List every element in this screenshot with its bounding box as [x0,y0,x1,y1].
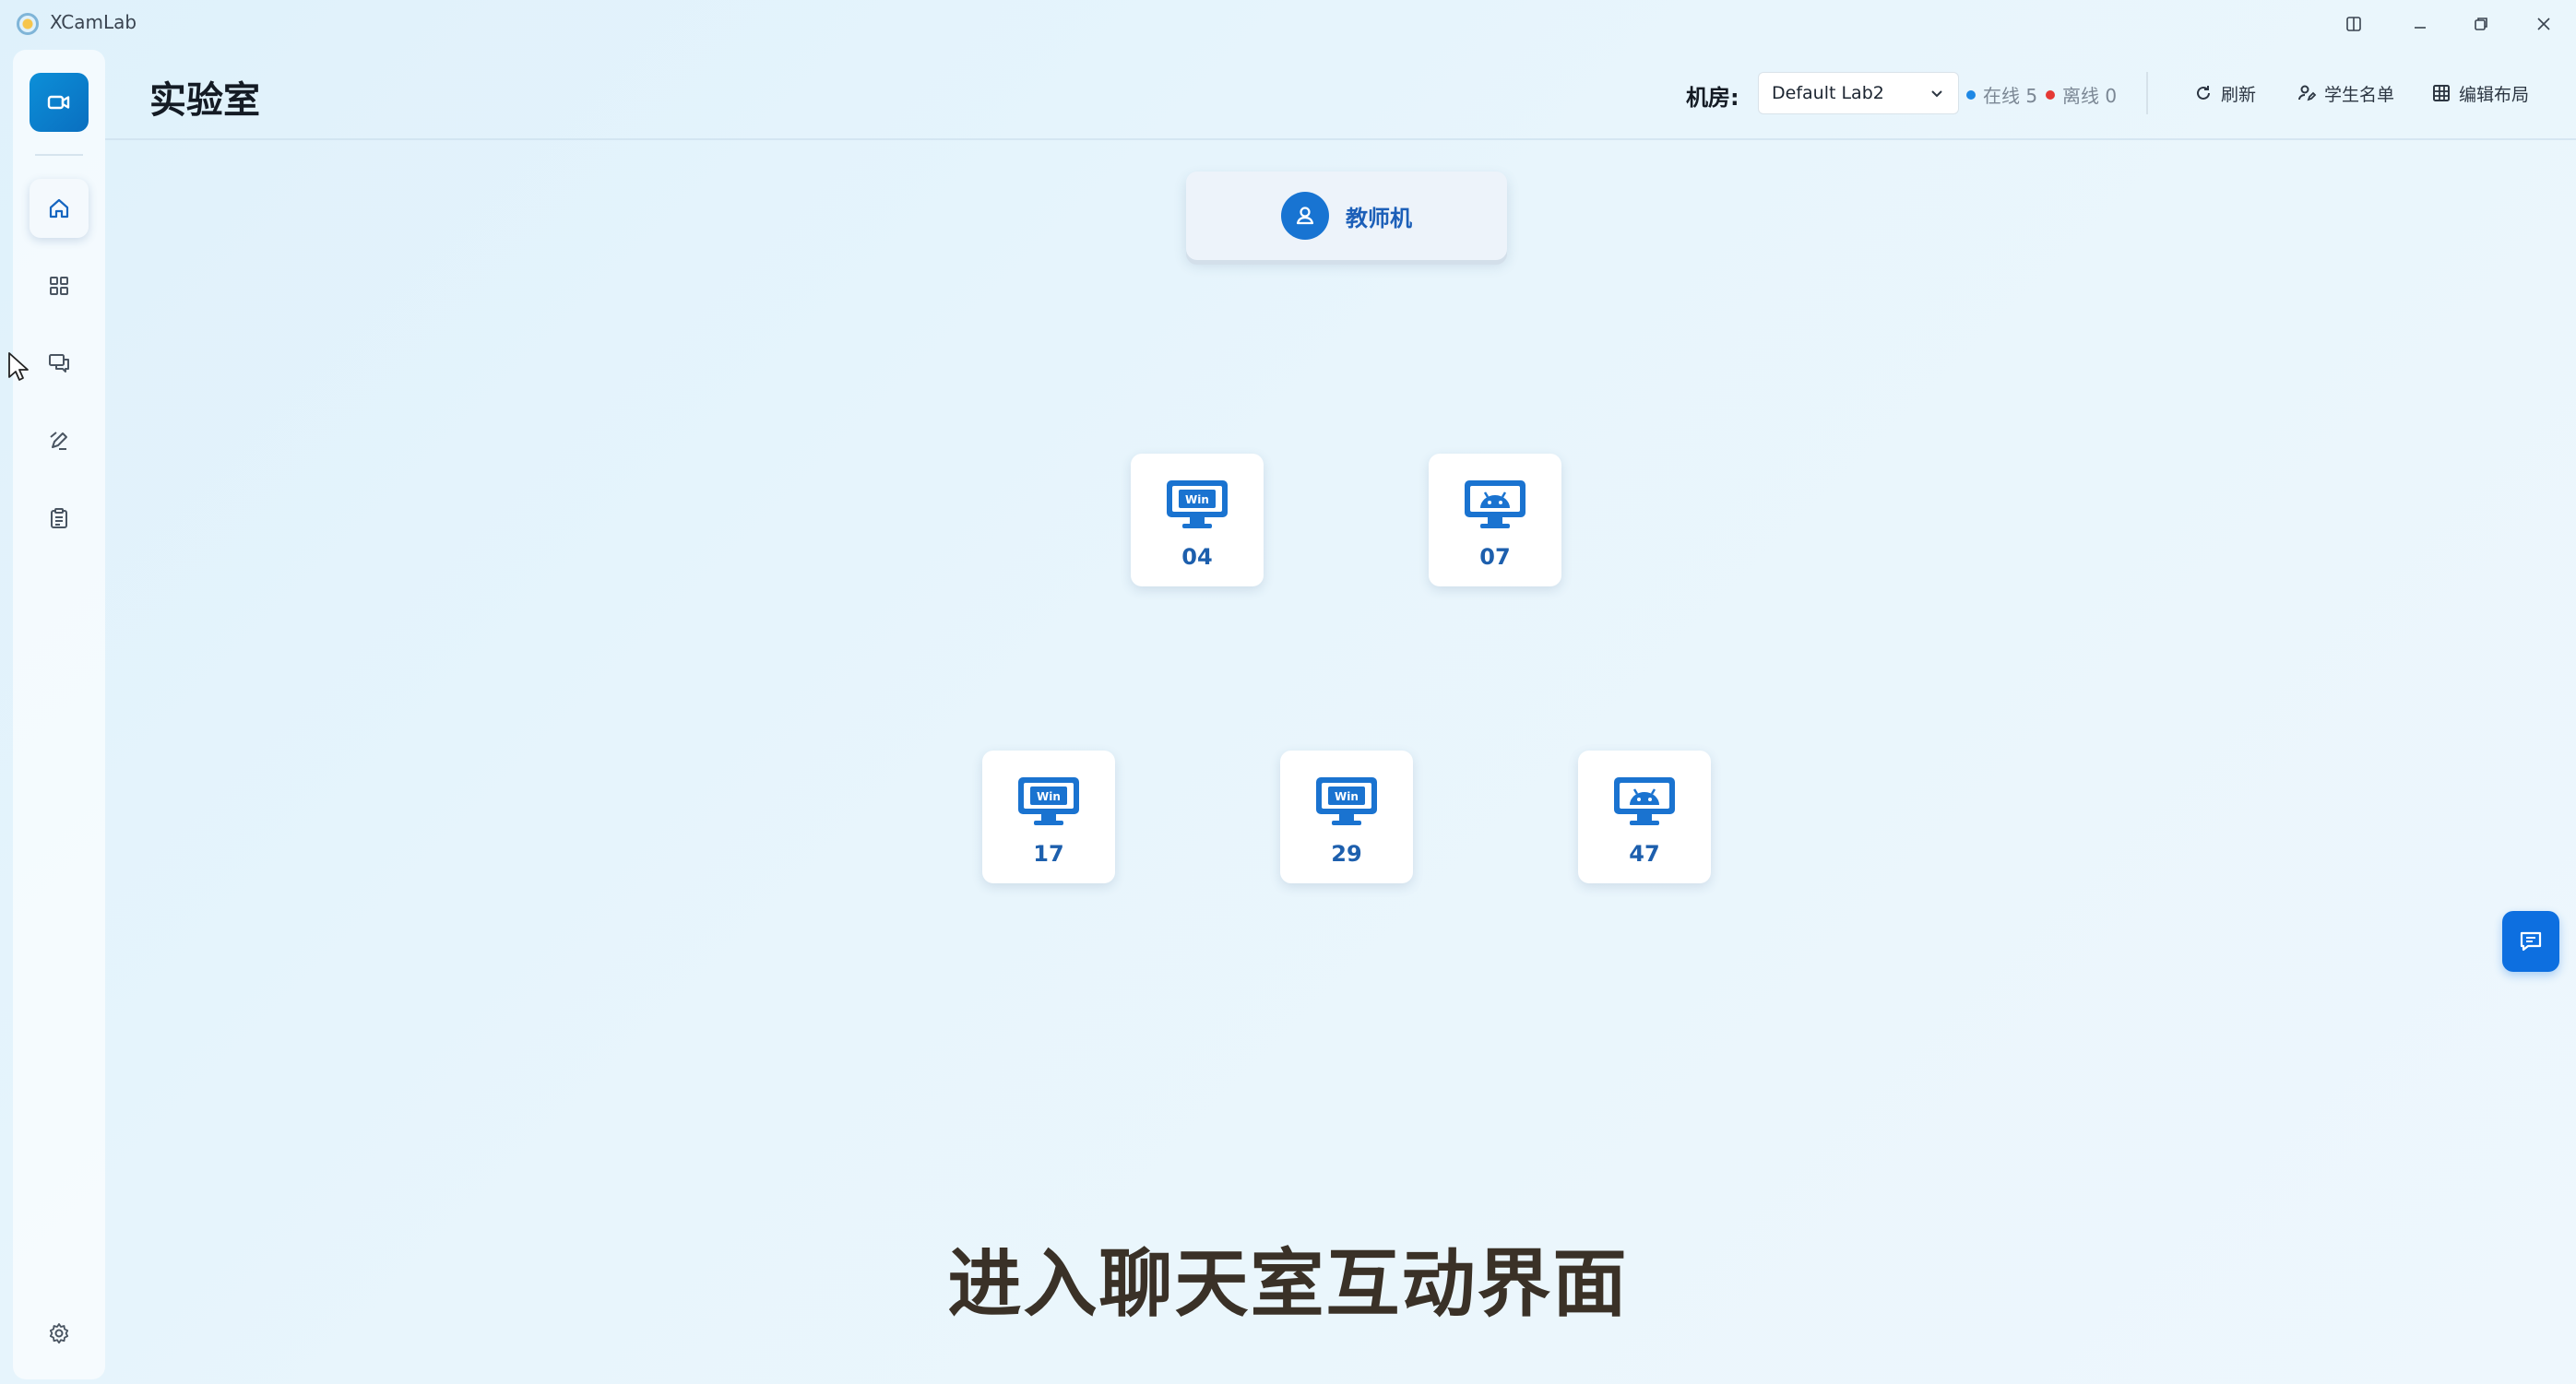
user-icon [1296,207,1314,225]
video-caption: 进入聊天室互动界面 [947,1241,1629,1327]
windows-monitor-icon: Win [1167,480,1228,528]
room-label: 机房: [1686,85,1739,111]
windows-monitor-icon: Win [1316,777,1377,825]
student-list-label: 学生名单 [2324,84,2395,105]
room-select-value: Default Lab2 [1772,83,1884,103]
clipboard-icon [51,508,67,528]
sidebar-item-home[interactable] [30,179,89,238]
split-view-icon [2346,17,2361,31]
station-number: 07 [1479,544,1511,570]
station-card-07[interactable]: 07 [1429,454,1561,586]
windows-monitor-icon: Win [1018,777,1079,825]
android-monitor-icon [1614,777,1675,825]
station-number: 17 [1033,841,1064,867]
title-bar: XCamLab [0,0,2576,48]
brand-button[interactable] [30,73,89,132]
chevron-down-icon [1931,90,1942,98]
header-separator [2146,72,2148,114]
restore-button[interactable] [2459,7,2503,41]
chat-float-button[interactable] [2502,911,2559,972]
table-layout-icon [2433,85,2450,101]
android-monitor-icon [1465,480,1525,528]
edit-layout-button[interactable]: 编辑布局 [2431,77,2529,109]
station-card-04[interactable]: Win 04 [1131,454,1264,586]
sidebar-item-chat[interactable] [30,334,89,393]
message-icon [2520,931,2542,952]
user-edit-icon [2298,85,2317,101]
online-count: 在线 5 [1983,85,2038,107]
app-title: XCamLab [50,11,137,33]
refresh-label: 刷新 [2221,84,2257,105]
close-button[interactable] [2522,7,2566,41]
header-divider [105,138,2576,140]
station-card-17[interactable]: Win 17 [982,751,1115,883]
station-card-29[interactable]: Win 29 [1280,751,1413,883]
pen-icon [50,432,67,450]
os-badge-text: Win [1037,790,1061,803]
os-badge-text: Win [1335,790,1359,803]
refresh-button[interactable]: 刷新 [2193,77,2256,109]
station-card-47[interactable]: 47 [1578,751,1711,883]
offline-count: 离线 0 [2062,85,2118,107]
minimize-icon [2415,27,2426,29]
video-camera-icon [47,95,70,110]
station-number: 29 [1331,841,1362,867]
offline-dot-icon [2046,89,2055,100]
sidebar-item-grid[interactable] [30,256,89,315]
app-logo-icon [17,13,39,35]
station-number: 47 [1629,841,1660,867]
refresh-icon [2197,86,2210,100]
station-number: 04 [1181,544,1213,570]
minimize-button[interactable] [2398,7,2442,41]
room-select[interactable]: Default Lab2 [1758,72,1959,114]
chat-icon [49,354,69,373]
sidebar-item-clipboard[interactable] [30,489,89,548]
online-status: 在线 5 [1966,81,2037,108]
sidebar-divider [35,154,83,156]
close-icon [2537,18,2550,30]
teacher-machine-card[interactable]: 教师机 [1186,172,1507,260]
sidebar [13,50,105,1379]
grid-icon [50,277,68,295]
mouse-cursor-icon [8,352,29,381]
os-badge-text: Win [1185,493,1209,506]
online-dot-icon [1966,89,1976,100]
restore-icon [2475,18,2487,30]
teacher-label: 教师机 [1346,205,1412,231]
offline-status: 离线 0 [2046,81,2117,108]
student-list-button[interactable]: 学生名单 [2297,77,2394,109]
home-icon [49,198,69,219]
sidebar-item-pen[interactable] [30,411,89,470]
sidebar-toggle-button[interactable] [2332,7,2376,41]
page-title: 实验室 [149,79,260,122]
edit-layout-label: 编辑布局 [2459,84,2530,105]
teacher-avatar [1281,192,1329,240]
